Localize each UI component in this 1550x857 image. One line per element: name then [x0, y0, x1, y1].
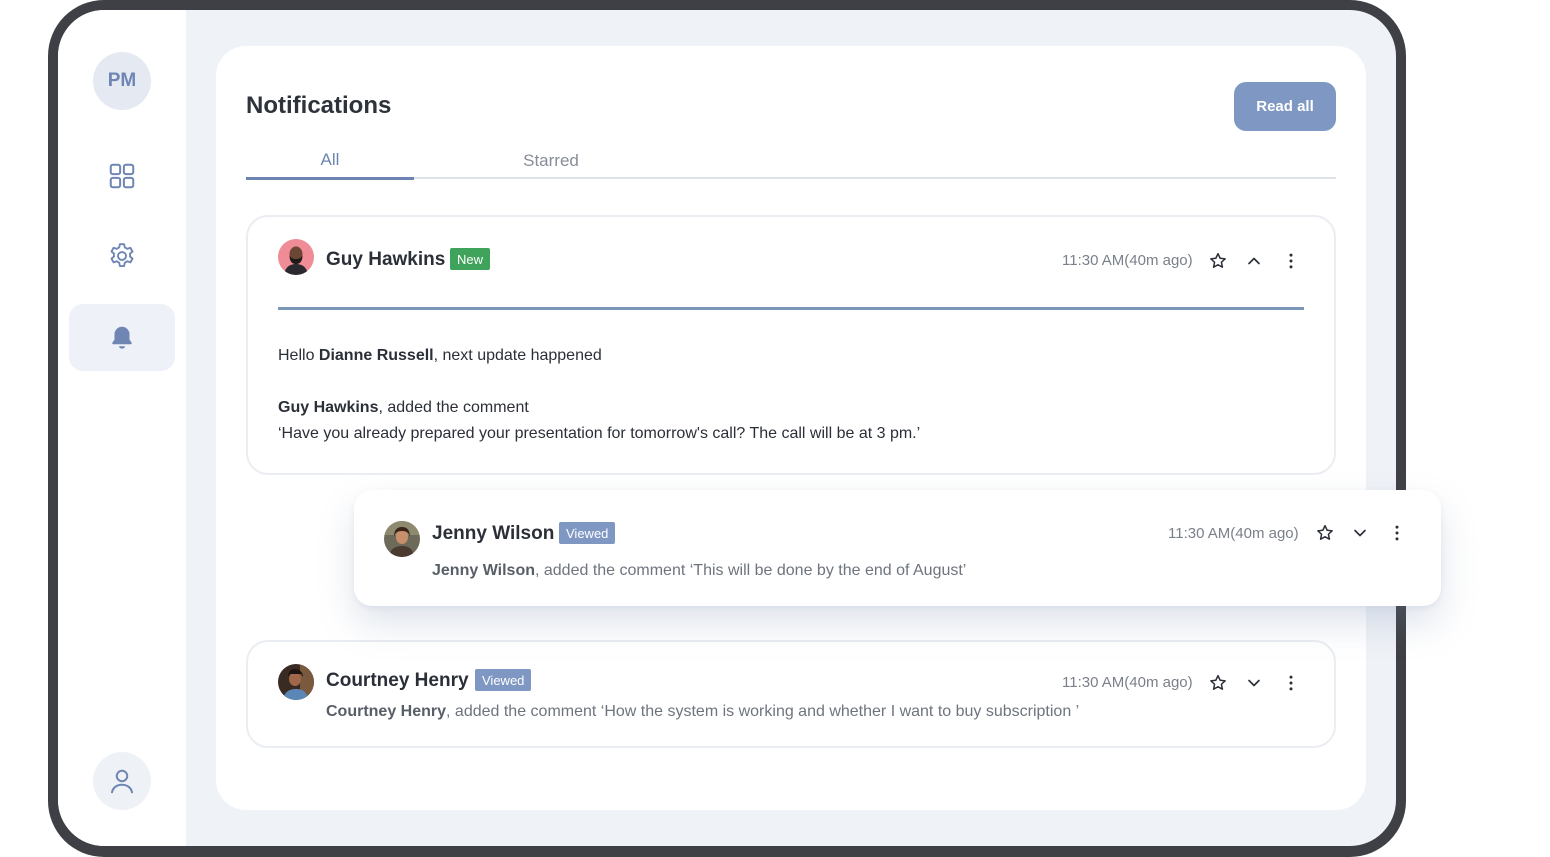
expand-button[interactable]: [1348, 521, 1372, 545]
more-vertical-icon: [1395, 525, 1399, 541]
more-options-button[interactable]: [1279, 671, 1303, 695]
star-button[interactable]: [1206, 671, 1230, 695]
sidebar-item-notifications[interactable]: [69, 304, 175, 371]
tablet-frame: PM Notifications Read all All Starred Gu…: [48, 0, 1406, 857]
sidebar-item-dashboard[interactable]: [69, 142, 175, 209]
avatar: [278, 664, 314, 700]
star-icon: [1210, 252, 1226, 268]
grid-icon: [109, 163, 135, 188]
read-all-button[interactable]: Read all: [1234, 82, 1336, 131]
tab-bar: All Starred: [246, 142, 1336, 180]
more-options-button[interactable]: [1279, 249, 1303, 273]
chevron-down-icon: [1354, 529, 1366, 537]
chevron-down-icon: [1248, 679, 1260, 687]
more-vertical-icon: [1289, 253, 1293, 269]
comment-summary: Guy Hawkins, added the comment: [278, 399, 529, 416]
gear-icon: [110, 242, 134, 267]
sidebar-item-settings[interactable]: [69, 222, 175, 289]
notification-time: 11:30 AM(40m ago): [1168, 525, 1299, 542]
notification-sender: Guy Hawkins: [326, 249, 446, 270]
status-badge: New: [450, 248, 491, 270]
avatar: [278, 239, 314, 275]
notifications-panel: Notifications Read all All Starred Guy H…: [216, 46, 1366, 810]
chevron-up-icon: [1248, 257, 1260, 265]
status-badge: Viewed: [475, 669, 532, 691]
star-button[interactable]: [1206, 249, 1230, 273]
greeting-text: Hello Dianne Russell, next update happen…: [278, 347, 602, 364]
profile-avatar[interactable]: PM: [93, 52, 151, 110]
notification-sender: Jenny Wilson: [432, 523, 555, 544]
avatar: [384, 521, 420, 557]
page-title: Notifications: [246, 92, 392, 119]
expand-button[interactable]: [1242, 671, 1266, 695]
app-screen: PM Notifications Read all All Starred Gu…: [58, 10, 1396, 846]
notification-time: 11:30 AM(40m ago): [1062, 674, 1193, 691]
user-profile-button[interactable]: [93, 752, 151, 810]
star-icon: [1210, 674, 1226, 690]
tab-all[interactable]: All: [246, 142, 414, 180]
sidebar: PM: [58, 10, 186, 846]
bell-icon: [112, 326, 132, 349]
star-icon: [1317, 524, 1333, 540]
more-vertical-icon: [1289, 675, 1293, 691]
user-icon: [111, 769, 133, 794]
comment-quote: ‘Have you already prepared your presenta…: [278, 425, 921, 442]
collapse-button[interactable]: [1242, 249, 1266, 273]
comment-summary: Jenny Wilson, added the comment ‘This wi…: [432, 562, 967, 579]
comment-summary: Courtney Henry, added the comment ‘How t…: [326, 703, 1080, 720]
notification-time: 11:30 AM(40m ago): [1062, 252, 1193, 269]
notification-card-floating[interactable]: Jenny Wilson Viewed 11:30 AM(40m ago) Je…: [354, 490, 1441, 606]
tab-starred[interactable]: Starred: [446, 142, 656, 179]
card-divider: [278, 307, 1304, 310]
status-badge: Viewed: [559, 522, 616, 544]
notification-sender: Courtney Henry: [326, 670, 469, 691]
notification-card[interactable]: Guy Hawkins New 11:30 AM(40m ago) Hello …: [246, 215, 1336, 475]
star-button[interactable]: [1313, 521, 1337, 545]
notification-card[interactable]: Courtney Henry Viewed 11:30 AM(40m ago): [246, 640, 1336, 748]
more-options-button[interactable]: [1385, 521, 1409, 545]
